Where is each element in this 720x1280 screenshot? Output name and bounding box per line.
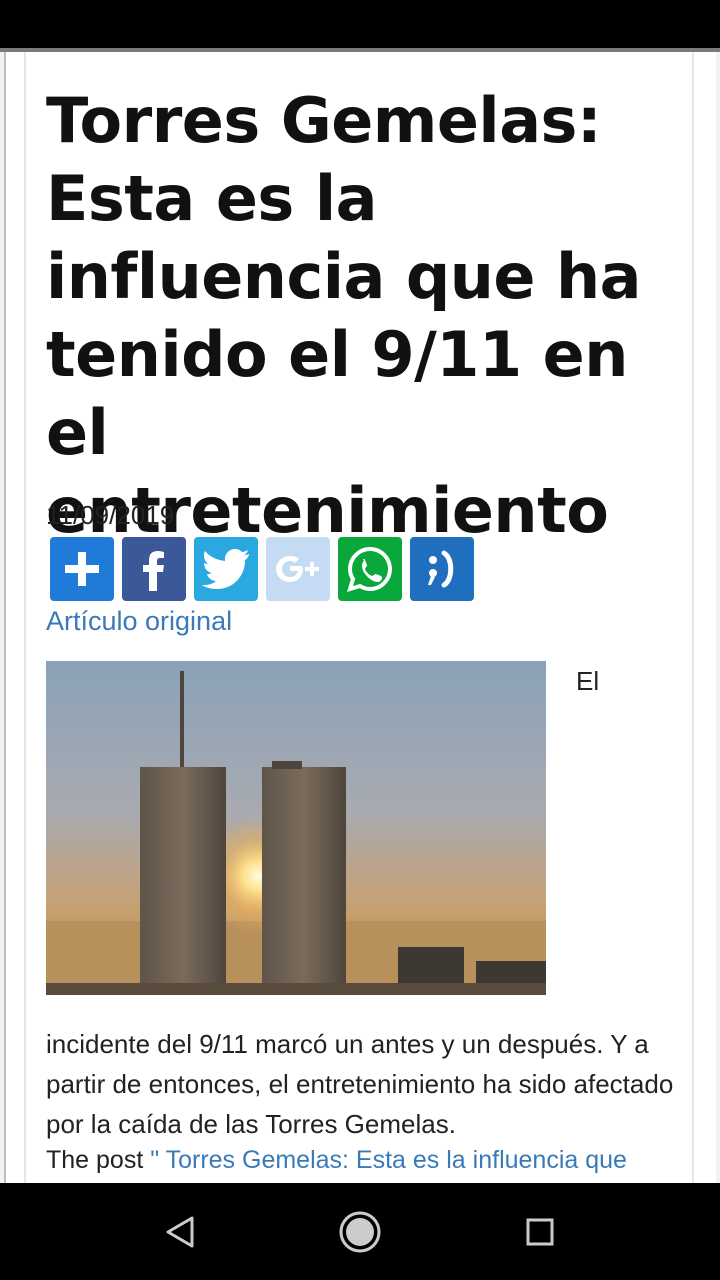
post-footer: The post " Torres Gemelas: Esta es la in… [46,1146,627,1175]
back-icon [166,1216,194,1248]
recents-button[interactable] [515,1207,565,1257]
home-button[interactable] [335,1207,385,1257]
article-lead-word: El [576,666,600,696]
content-right-edge [692,52,694,1183]
share-facebook-button[interactable] [122,537,186,601]
share-whatsapp-button[interactable] [338,537,402,601]
meneame-icon [428,550,454,588]
recents-icon [526,1218,554,1246]
original-article-link[interactable]: Artículo original [46,606,232,637]
back-button[interactable] [155,1207,205,1257]
facebook-icon [143,551,164,591]
webview[interactable]: Torres Gemelas: Esta es la influencia qu… [0,48,720,1183]
article-date: 11/09/2019 [46,500,175,530]
share-add-button[interactable] [50,537,114,601]
status-bar [0,0,720,48]
share-google-plus-button[interactable] [266,537,330,601]
content-left-edge [24,52,26,1183]
whatsapp-icon [347,546,393,592]
twitter-icon [202,549,249,589]
post-link[interactable]: " Torres Gemelas: Esta es la influencia … [150,1146,627,1174]
google-plus-icon [276,556,319,582]
share-twitter-button[interactable] [194,537,258,601]
share-meneame-button[interactable] [410,537,474,601]
share-toolbar [50,537,474,601]
article-body: incidente del 9/11 marcó un antes y un d… [46,1029,674,1139]
system-nav-bar [0,1183,720,1280]
article-headline: Torres Gemelas: Esta es la influencia qu… [46,84,642,547]
plus-icon [65,552,99,586]
post-prefix: The post [46,1146,151,1174]
article-image [46,661,546,995]
home-icon [339,1211,381,1253]
